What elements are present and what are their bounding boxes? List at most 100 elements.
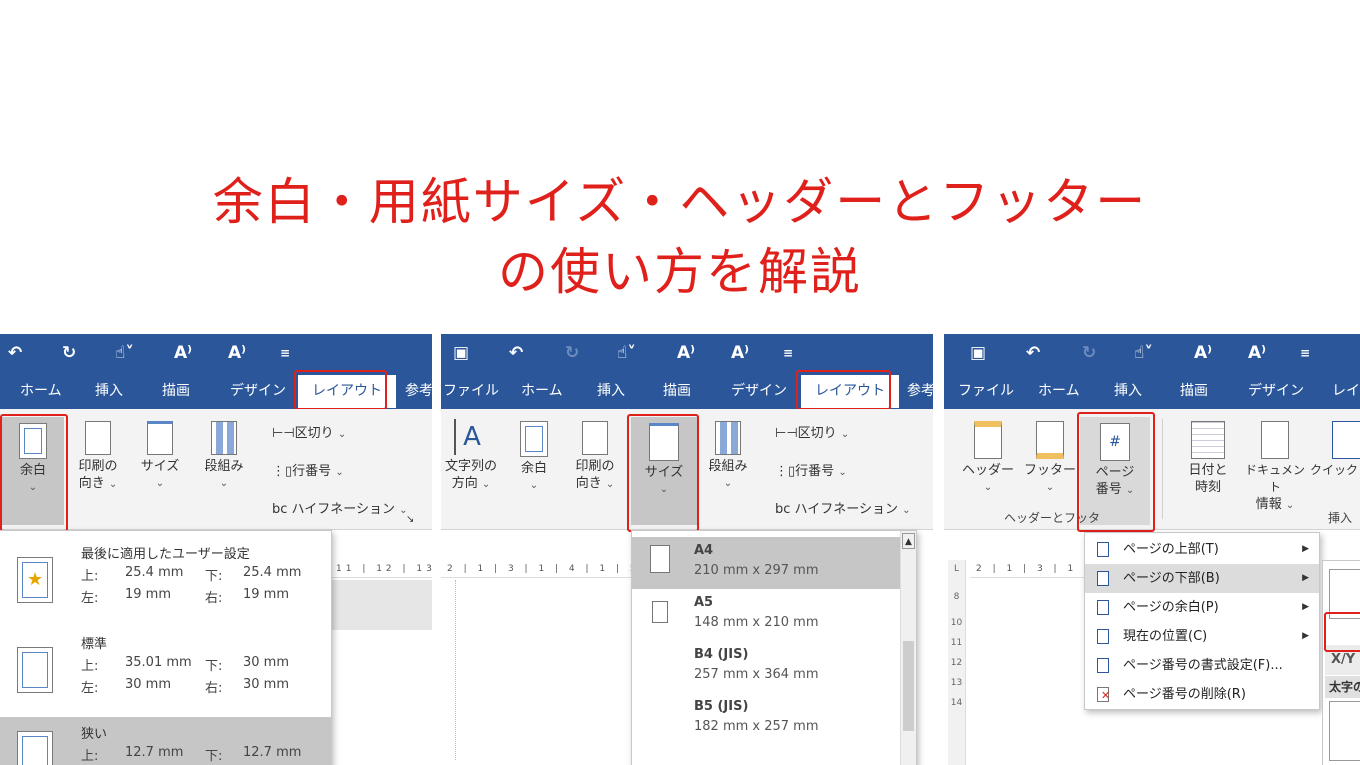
text-direction-button[interactable]: A 文字列の 方向 ⌄ — [443, 419, 499, 493]
line-numbers-button[interactable]: ⋮▯行番号 ⌄ — [775, 463, 847, 482]
hyphenation-button[interactable]: bc ハイフネーション ⌄ — [775, 501, 911, 520]
submenu-arrow-icon: ▶ — [1302, 573, 1309, 583]
menu-item-label: ページ番号の削除(R) — [1123, 687, 1246, 702]
margin-preset-narrow[interactable]: 狭い 上: 12.7 mm 下: 12.7 mm — [0, 717, 331, 765]
date-time-label-1: 日付と — [1188, 463, 1228, 478]
orientation-button[interactable]: 印刷の 向き ⌄ — [569, 421, 621, 493]
header-icon — [974, 421, 1002, 459]
read-aloud-icon-2[interactable]: A⁾ — [228, 342, 246, 364]
customize-toolbar-icon[interactable]: ≡ — [280, 342, 290, 364]
customize-toolbar-icon[interactable]: ≡ — [1300, 342, 1310, 364]
footer-button[interactable]: フッター ⌄ — [1024, 421, 1076, 496]
menu-item-current-position[interactable]: 現在の位置(C) ▶ — [1085, 622, 1319, 651]
tab-insert[interactable]: 挿入 — [1114, 381, 1142, 401]
read-aloud-icon[interactable]: A⁾ — [1194, 342, 1212, 364]
customize-toolbar-icon[interactable]: ≡ — [783, 342, 793, 364]
margin-preset-custom[interactable]: ★ 最後に適用したユーザー設定 上: 25.4 mm 下: 25.4 mm 左:… — [0, 537, 331, 623]
undo-icon[interactable]: ↶ — [8, 342, 22, 364]
current-position-icon — [1097, 629, 1109, 644]
page-margins-icon — [17, 647, 53, 693]
header-button[interactable]: ヘッダー ⌄ — [962, 421, 1014, 496]
text-direction-icon: A — [454, 419, 488, 455]
remove-icon: ✕ — [1097, 687, 1110, 702]
columns-button[interactable]: 段組み ⌄ — [198, 421, 250, 492]
orientation-icon — [85, 421, 111, 455]
quick-parts-button[interactable]: クイック パ — [1310, 421, 1360, 479]
undo-icon[interactable]: ↶ — [509, 342, 523, 364]
tab-home[interactable]: ホーム — [20, 381, 62, 401]
redo-icon[interactable]: ↻ — [1082, 342, 1096, 364]
date-time-button[interactable]: 日付と 時刻 — [1180, 421, 1236, 496]
tab-references[interactable]: 参考 — [907, 381, 933, 401]
breaks-button[interactable]: ⊢⊣区切り ⌄ — [272, 425, 346, 444]
read-aloud-icon-2[interactable]: A⁾ — [1248, 342, 1266, 364]
orientation-icon — [582, 421, 608, 455]
menu-item-top-of-page[interactable]: ページの上部(T) ▶ — [1085, 535, 1319, 564]
hyphenation-button[interactable]: bc ハイフネーション ⌄ — [272, 501, 408, 520]
paper-size-a5[interactable]: A5 148 mm x 210 mm — [632, 589, 900, 641]
quick-parts-icon — [1332, 421, 1360, 459]
tab-draw[interactable]: 描画 — [162, 381, 190, 401]
scrollbar[interactable]: ▲ — [900, 531, 916, 765]
line-numbers-button[interactable]: ⋮▯行番号 ⌄ — [272, 463, 344, 482]
document-info-button[interactable]: ドキュメント 情報 ⌄ — [1242, 421, 1308, 514]
undo-icon[interactable]: ↶ — [1026, 342, 1040, 364]
paper-size-a4[interactable]: A4 210 mm x 297 mm — [632, 537, 900, 589]
tab-home[interactable]: ホーム — [1038, 381, 1080, 401]
scrollbar-thumb[interactable] — [903, 641, 914, 731]
ruler-mark: 8 — [953, 592, 960, 602]
tab-file[interactable]: ファイル — [958, 381, 1014, 401]
tab-file[interactable]: ファイル — [443, 381, 499, 401]
hyphenation-label: ハイフネーション — [291, 502, 396, 517]
redo-icon[interactable]: ↻ — [565, 342, 579, 364]
read-aloud-icon-2[interactable]: A⁾ — [731, 342, 749, 364]
size-name: A5 — [694, 595, 714, 610]
page-icon — [650, 545, 670, 573]
menu-item-format-page-numbers[interactable]: ページ番号の書式設定(F)... — [1085, 651, 1319, 680]
preset-name: 最後に適用したユーザー設定 — [81, 547, 250, 562]
document-info-label-1: ドキュメント — [1244, 463, 1305, 494]
tab-layout[interactable]: レイ — [1332, 381, 1360, 401]
columns-button[interactable]: 段組み ⌄ — [705, 421, 751, 492]
page-number-button-highlight — [1077, 412, 1155, 532]
read-aloud-icon[interactable]: A⁾ — [677, 342, 695, 364]
tab-design[interactable]: デザイン — [230, 381, 286, 401]
size-button[interactable]: サイズ ⌄ — [136, 421, 184, 492]
submenu-arrow-icon: ▶ — [1302, 631, 1309, 641]
columns-icon — [211, 421, 237, 455]
gallery-thumbnail[interactable] — [1329, 701, 1360, 761]
submenu-gallery: X/Y 太字の — [1322, 560, 1360, 765]
dialog-launcher-icon[interactable]: ↘ — [406, 511, 414, 529]
tab-design[interactable]: デザイン — [731, 381, 787, 401]
tab-draw[interactable]: 描画 — [1180, 381, 1208, 401]
save-icon[interactable]: ▣ — [453, 342, 469, 364]
tab-insert[interactable]: 挿入 — [95, 381, 123, 401]
margin-preset-normal[interactable]: 標準 上: 35.01 mm 下: 30 mm 左: 30 mm 右: 30 m… — [0, 627, 331, 713]
paper-size-b4[interactable]: B4 (JIS) 257 mm x 364 mm — [632, 641, 900, 693]
tab-home[interactable]: ホーム — [521, 381, 563, 401]
ribbon-tabs: ファイル ホーム 挿入 描画 デザイン レイ — [944, 374, 1360, 409]
date-time-label-2: 時刻 — [1194, 480, 1221, 495]
read-aloud-icon[interactable]: A⁾ — [174, 342, 192, 364]
chevron-down-icon: ⌄ — [108, 479, 118, 490]
touch-mode-icon[interactable]: ☝˅ — [1134, 342, 1153, 364]
top-label: 上: — [81, 659, 99, 674]
tab-insert[interactable]: 挿入 — [597, 381, 625, 401]
touch-mode-icon[interactable]: ☝˅ — [617, 342, 636, 364]
paper-size-b5[interactable]: B5 (JIS) 182 mm x 257 mm — [632, 693, 900, 745]
breaks-button[interactable]: ⊢⊣区切り ⌄ — [775, 425, 849, 444]
margins-button[interactable]: 余白 ⌄ — [513, 421, 555, 494]
menu-item-remove-page-numbers[interactable]: ✕ ページ番号の削除(R) — [1085, 680, 1319, 709]
touch-mode-icon[interactable]: ☝˅ — [115, 342, 134, 364]
menu-item-bottom-of-page[interactable]: ページの下部(B) ▶ — [1085, 564, 1319, 593]
save-icon[interactable]: ▣ — [970, 342, 986, 364]
menu-item-page-margins[interactable]: ページの余白(P) ▶ — [1085, 593, 1319, 622]
size-icon — [147, 421, 173, 455]
tab-design[interactable]: デザイン — [1248, 381, 1304, 401]
orientation-button[interactable]: 印刷の 向き ⌄ — [72, 421, 124, 493]
tab-draw[interactable]: 描画 — [663, 381, 691, 401]
scroll-up-arrow-icon[interactable]: ▲ — [902, 533, 915, 549]
tab-references[interactable]: 参考 — [405, 381, 432, 401]
size-name: A4 — [694, 543, 714, 558]
redo-icon[interactable]: ↻ — [62, 342, 76, 364]
